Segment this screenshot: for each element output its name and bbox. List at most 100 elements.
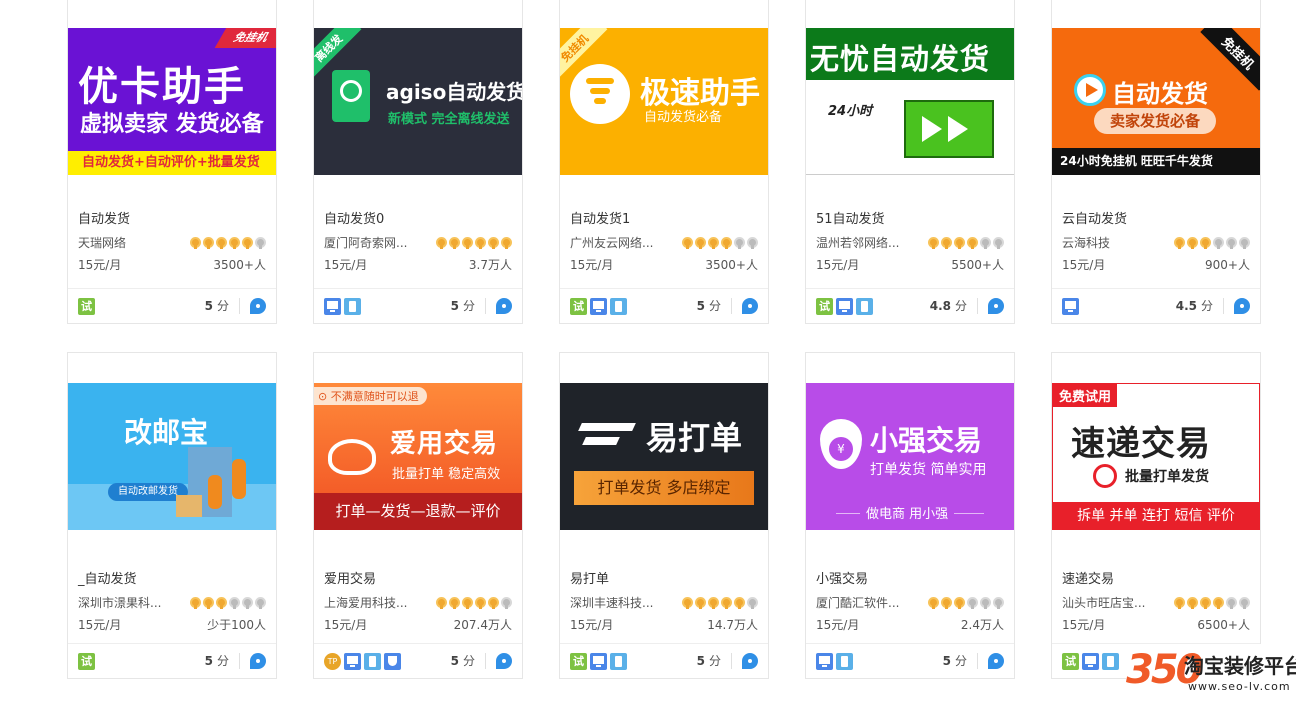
star-icon (449, 236, 460, 249)
wangwang-chat-icon[interactable] (496, 653, 512, 669)
app-users: 2.4万人 (960, 618, 1004, 632)
app-banner[interactable]: 免挂机 自动发货 卖家发货必备 24小时免挂机 旺旺千牛发货 (1052, 28, 1260, 175)
star-icon (203, 236, 214, 249)
app-banner[interactable]: ¥ 小强交易 打单发货 简单实用 做电商 用小强 (806, 383, 1014, 530)
app-name[interactable]: 云自动发货 (1062, 210, 1250, 230)
agiso-logo-icon (332, 70, 370, 122)
app-price: 15元/月 (1062, 258, 1106, 272)
banner-subtitle: 自动发货必备 (644, 110, 723, 125)
app-name[interactable]: 小强交易 (816, 570, 1004, 590)
star-icon (734, 596, 745, 609)
pc-badge-icon[interactable] (590, 652, 607, 670)
app-name[interactable]: 51自动发货 (816, 210, 1004, 230)
star-icon (190, 596, 201, 609)
app-users: 3500+人 (213, 258, 266, 272)
rating-stars (190, 236, 266, 249)
app-name[interactable]: 自动发货0 (324, 210, 512, 230)
app-card[interactable]: ¥ 小强交易 打单发货 简单实用 做电商 用小强 小强交易 厦门酷汇软件... … (805, 352, 1015, 679)
trial-badge-icon[interactable]: 试 (1062, 652, 1079, 670)
star-icon (708, 596, 719, 609)
app-score: 5分 (205, 653, 240, 669)
pc-badge-icon[interactable] (1082, 652, 1099, 670)
pc-badge-icon[interactable] (836, 297, 853, 315)
app-name[interactable]: _自动发货 (78, 570, 266, 590)
star-icon (1187, 596, 1198, 609)
banner-strip: 打单—发货—退款—评价 (314, 493, 522, 530)
trial-badge-icon[interactable]: 试 (78, 652, 95, 670)
star-icon (242, 596, 253, 609)
app-score: 5分 (697, 298, 732, 314)
app-card[interactable]: 免挂机 极速助手 自动发货必备 自动发货1 广州友云网络... 15元/月 350… (559, 0, 769, 324)
banner-strip: 拆单 并单 连打 短信 评价 (1053, 502, 1259, 529)
mobile-badge-icon[interactable] (344, 297, 361, 315)
wangwang-chat-icon[interactable] (496, 298, 512, 314)
pc-badge-icon[interactable] (590, 297, 607, 315)
star-icon (708, 236, 719, 249)
card-footer: 5分 (314, 288, 522, 323)
mobile-badge-icon[interactable] (610, 297, 627, 315)
card-footer: 试 5分 (68, 288, 276, 323)
medal-badge-icon[interactable]: TP (324, 652, 341, 670)
app-company: 云海科技 (1062, 235, 1111, 250)
app-score: 5分 (451, 653, 486, 669)
mobile-badge-icon[interactable] (610, 652, 627, 670)
app-banner[interactable]: ⊙ 不满意随时可以退 爱用交易 批量打单 稳定高效 打单—发货—退款—评价 (314, 383, 522, 530)
wangwang-chat-icon[interactable] (1234, 298, 1250, 314)
app-name[interactable]: 速递交易 (1062, 570, 1250, 590)
wangwang-chat-icon[interactable] (250, 653, 266, 669)
mobile-badge-icon[interactable] (364, 652, 381, 670)
app-card[interactable]: 免挂机 自动发货 卖家发货必备 24小时免挂机 旺旺千牛发货 云自动发货 云海科… (1051, 0, 1261, 324)
card-footer: 试 5分 (560, 643, 768, 678)
star-icon (203, 596, 214, 609)
star-icon (1239, 596, 1250, 609)
app-banner[interactable]: 改邮宝 自动改邮发货 (68, 383, 276, 530)
wangwang-chat-icon[interactable] (988, 653, 1004, 669)
app-banner[interactable]: 易打单 打单发货 多店绑定 (560, 383, 768, 530)
app-name[interactable]: 自动发货1 (570, 210, 758, 230)
app-card[interactable]: 免挂机 优卡助手 虚拟卖家 发货必备 自动发货+自动评价+批量发货 自动发货 天… (67, 0, 277, 324)
app-card[interactable]: 易打单 打单发货 多店绑定 易打单 深圳丰速科技... 15元/月 14.7万人 … (559, 352, 769, 679)
banner-title: 自动发货 (1112, 80, 1208, 108)
app-users: 6500+人 (1197, 618, 1250, 632)
app-card[interactable]: 改邮宝 自动改邮发货 _自动发货 深圳市澋果科... 15元/月 少于100人 试… (67, 352, 277, 679)
wangwang-chat-icon[interactable] (742, 298, 758, 314)
app-name[interactable]: 爱用交易 (324, 570, 512, 590)
wangwang-chat-icon[interactable] (988, 298, 1004, 314)
star-icon (928, 596, 939, 609)
app-card[interactable]: 无忧自动发货 24小时 51自动发货 温州若邻网络... 15元/月 5500+人… (805, 0, 1015, 324)
star-icon (721, 596, 732, 609)
star-icon (993, 236, 1004, 249)
card-footer: TP 5分 (314, 643, 522, 678)
app-score: 5分 (943, 653, 978, 669)
trial-badge-icon[interactable]: 试 (570, 297, 587, 315)
app-name[interactable]: 易打单 (570, 570, 758, 590)
trial-badge-icon[interactable]: 试 (816, 297, 833, 315)
app-name[interactable]: 自动发货 (78, 210, 266, 230)
trial-badge-icon[interactable]: 试 (570, 652, 587, 670)
app-banner[interactable]: 免费试用 速递交易 批量打单发货 拆单 并单 连打 短信 评价 (1052, 383, 1260, 530)
shield-badge-icon[interactable] (384, 652, 401, 670)
app-card[interactable]: ⊙ 不满意随时可以退 爱用交易 批量打单 稳定高效 打单—发货—退款—评价 爱用… (313, 352, 523, 679)
app-banner[interactable]: 离线发 agiso自动发货 新模式 完全离线发送 (314, 28, 522, 175)
pc-badge-icon[interactable] (816, 652, 833, 670)
app-banner[interactable]: 无忧自动发货 24小时 (806, 28, 1014, 175)
star-icon (1187, 236, 1198, 249)
app-price: 15元/月 (570, 258, 614, 272)
pc-badge-icon[interactable] (324, 297, 341, 315)
mobile-badge-icon[interactable] (836, 652, 853, 670)
app-banner[interactable]: 免挂机 极速助手 自动发货必备 (560, 28, 768, 175)
app-card[interactable]: 离线发 agiso自动发货 新模式 完全离线发送 自动发货0 厦门阿奇索网...… (313, 0, 523, 324)
mobile-badge-icon[interactable] (856, 297, 873, 315)
star-icon (229, 236, 240, 249)
star-icon (462, 596, 473, 609)
wangwang-chat-icon[interactable] (250, 298, 266, 314)
app-card[interactable]: 免费试用 速递交易 批量打单发货 拆单 并单 连打 短信 评价 速递交易 汕头市… (1051, 352, 1261, 679)
trial-badge-icon[interactable]: 试 (78, 297, 95, 315)
pc-badge-icon[interactable] (344, 652, 361, 670)
mobile-badge-icon[interactable] (1102, 652, 1119, 670)
pc-badge-icon[interactable] (1062, 297, 1079, 315)
banner-title: 改邮宝 (124, 416, 209, 449)
app-banner[interactable]: 免挂机 优卡助手 虚拟卖家 发货必备 自动发货+自动评价+批量发货 (68, 28, 276, 175)
wangwang-chat-icon[interactable] (742, 653, 758, 669)
app-score: 5分 (697, 653, 732, 669)
